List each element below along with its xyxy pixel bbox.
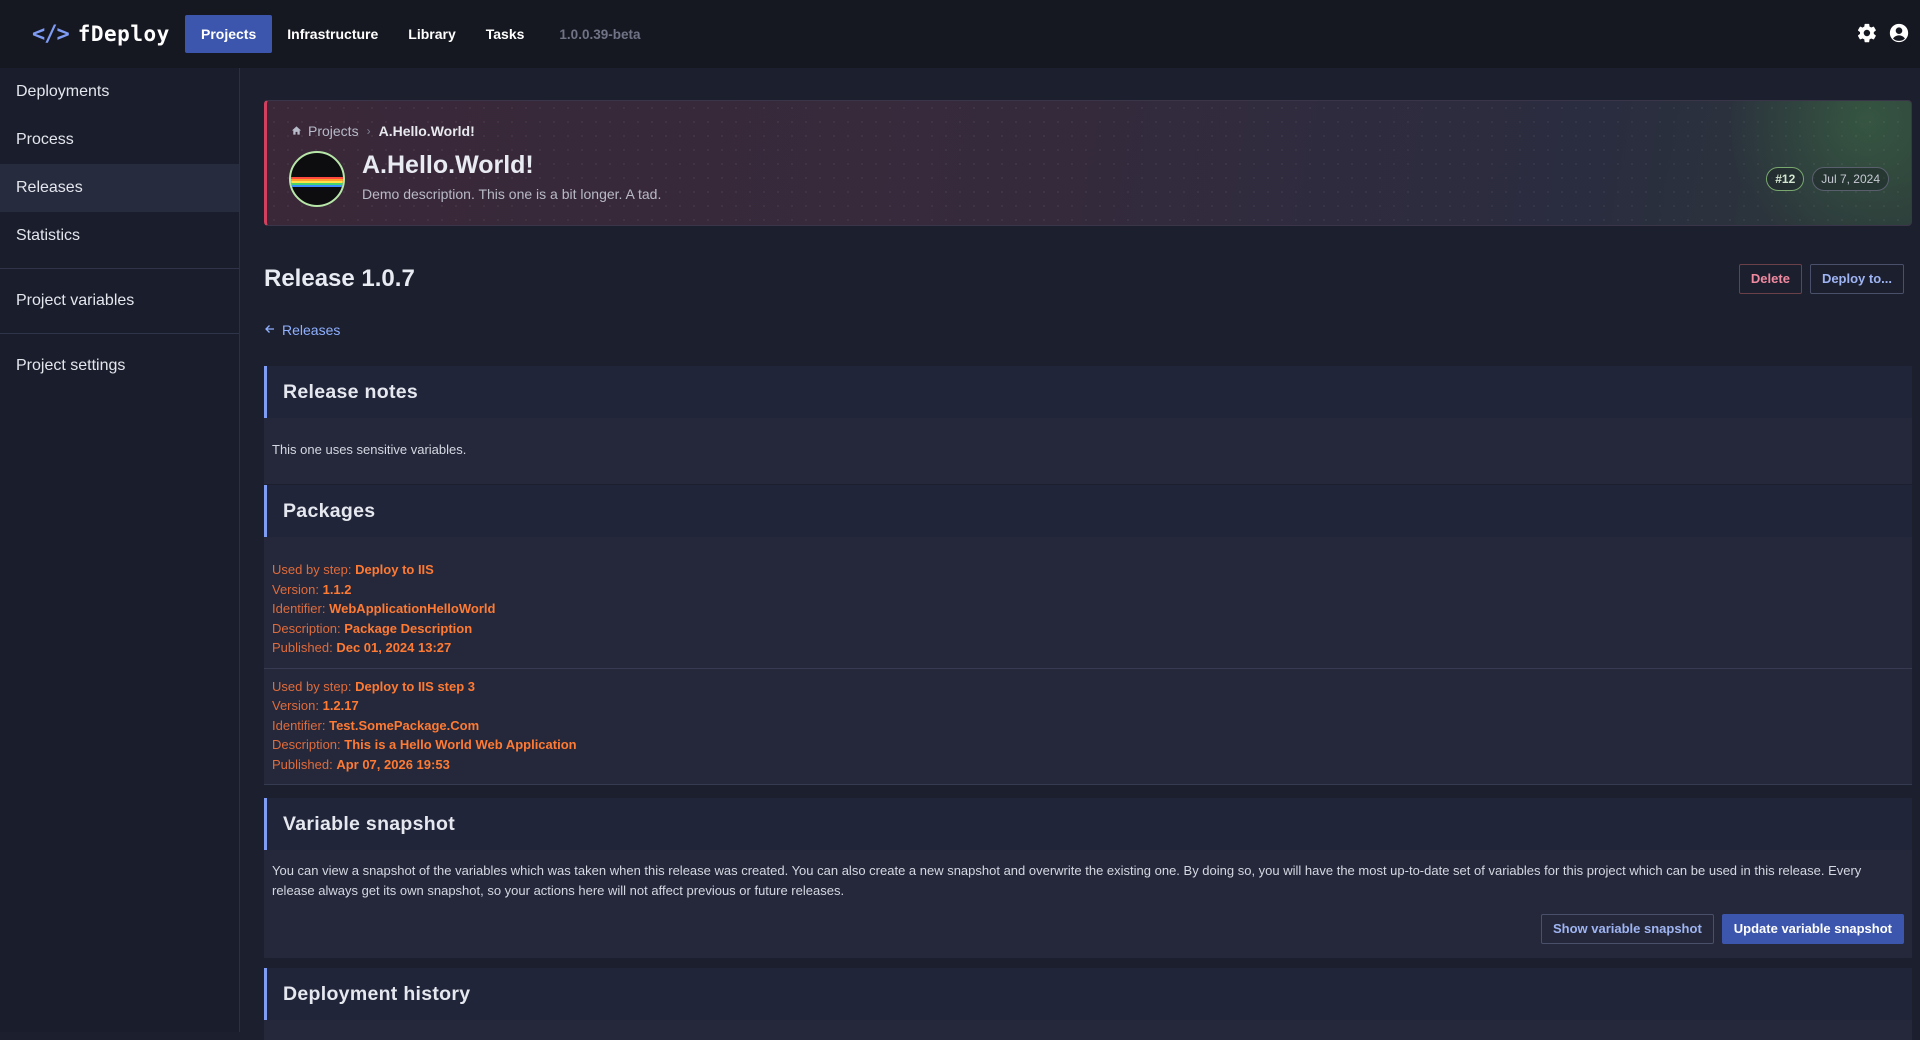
project-header: Projects › A.Hello.World! A.Hello.World!… [264,100,1912,226]
app-version: 1.0.0.39-beta [559,26,641,42]
section-heading: Packages [264,485,1912,537]
chevron-right-icon: › [366,124,371,138]
project-title: A.Hello.World! [362,151,534,179]
package-step-label: Used by step: [272,562,356,577]
package-published-label: Published: [272,640,337,655]
project-date-badge: Jul 7, 2024 [1812,167,1889,191]
project-number-badge: #12 [1766,167,1805,191]
sidebar: Deployments Process Releases Statistics … [0,68,240,1032]
deploy-to-button[interactable]: Deploy to... [1809,264,1904,294]
variable-snapshot-section: Variable snapshot You can view a snapsho… [264,798,1912,958]
arrow-left-icon [264,322,276,338]
user-circle-icon[interactable] [1888,22,1910,44]
nav-infrastructure[interactable]: Infrastructure [272,15,393,53]
sidebar-divider [0,333,239,334]
package-identifier: Test.SomePackage.Com [329,717,480,733]
packages-section: Packages Used by step: Deploy to IIS Ver… [264,485,1912,785]
package-description-label: Description: [272,620,345,636]
deployment-history-body [264,1020,1912,1040]
nav-tasks[interactable]: Tasks [471,15,540,53]
home-icon[interactable] [291,123,302,139]
package-item: Used by step: Deploy to IIS Version: 1.1… [264,537,1912,669]
package-description-label: Description: [272,737,345,752]
page-title: Release 1.0.7 [264,265,415,292]
main-nav: Projects Infrastructure Library Tasks 1.… [185,0,640,68]
main-content: Projects › A.Hello.World! A.Hello.World!… [264,100,1912,1040]
sidebar-item-project-settings[interactable]: Project settings [0,342,239,390]
update-variable-snapshot-button[interactable]: Update variable snapshot [1721,914,1904,944]
sidebar-item-releases[interactable]: Releases [0,164,239,212]
section-heading: Release notes [264,366,1912,418]
package-version: 1.2.17 [322,698,359,713]
package-item: Used by step: Deploy to IIS step 3 Versi… [264,669,1912,785]
project-description: Demo description. This one is a bit long… [362,186,662,202]
package-identifier-label: Identifier: [272,717,330,733]
package-description: Package Description [344,620,473,636]
package-step-label: Used by step: [272,678,356,694]
breadcrumb-projects[interactable]: Projects [308,123,359,139]
package-published: Dec 01, 2024 13:27 [336,640,452,655]
package-step: Deploy to IIS step 3 [355,678,476,694]
package-description: This is a Hello World Web Application [344,737,577,752]
app-name: fDeploy [77,22,170,46]
package-step: Deploy to IIS [355,562,434,577]
package-version-label: Version: [272,581,323,597]
breadcrumb-current: A.Hello.World! [378,123,475,139]
app-logo[interactable]: </> fDeploy [32,22,185,47]
package-published-label: Published: [272,756,337,772]
sidebar-divider [0,268,239,269]
back-to-releases-link[interactable]: Releases [264,322,340,338]
deployment-history-section: Deployment history [264,968,1912,1040]
package-identifier-label: Identifier: [272,601,330,616]
package-identifier: WebApplicationHelloWorld [329,601,496,616]
package-version: 1.1.2 [322,581,352,597]
sidebar-item-project-variables[interactable]: Project variables [0,277,239,325]
release-notes-section: Release notes This one uses sensitive va… [264,366,1912,484]
package-published: Apr 07, 2026 19:53 [336,756,450,772]
sidebar-item-statistics[interactable]: Statistics [0,212,239,260]
code-brackets-icon: </> [32,21,70,47]
section-heading: Deployment history [264,968,1912,1020]
section-heading: Variable snapshot [264,798,1912,850]
back-link-label: Releases [282,322,341,338]
breadcrumb: Projects › A.Hello.World! [291,123,475,139]
show-variable-snapshot-button[interactable]: Show variable snapshot [1540,914,1714,944]
sidebar-item-process[interactable]: Process [0,116,239,164]
package-version-label: Version: [272,698,323,713]
delete-button[interactable]: Delete [1738,264,1802,294]
snapshot-description: You can view a snapshot of the variables… [272,863,1862,898]
project-avatar [289,151,345,207]
top-navbar: </> fDeploy Projects Infrastructure Libr… [0,0,1920,68]
nav-projects[interactable]: Projects [185,15,273,53]
release-notes-text: This one uses sensitive variables. [264,418,1912,484]
gear-icon[interactable] [1856,22,1878,44]
nav-library[interactable]: Library [393,15,470,53]
sidebar-item-deployments[interactable]: Deployments [0,68,239,116]
